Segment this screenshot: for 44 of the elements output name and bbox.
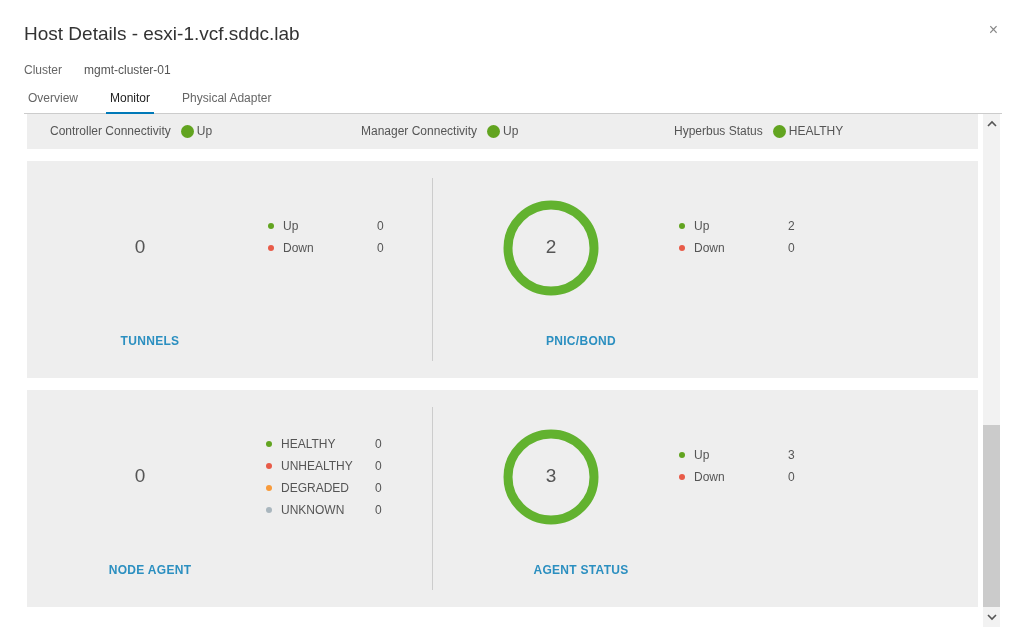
chevron-up-icon[interactable] [986,119,997,128]
cluster-value: mgmt-cluster-01 [84,61,171,79]
scrollbar[interactable] [983,113,1000,627]
legend-value: 0 [375,457,382,475]
legend-label: Up [694,217,711,235]
legend-label: Up [283,217,300,235]
panel-title-link[interactable]: NODE AGENT [89,560,211,579]
legend-value: 0 [375,435,382,453]
status-label: Manager Connectivity [361,123,478,140]
legend-label: Down [283,239,315,257]
legend-label: HEALTHY [281,435,337,453]
status-label: Hyperbus Status [674,123,763,140]
legend-value: 0 [375,479,382,497]
total-count: 0 [134,235,146,260]
total-count: 0 [134,464,146,489]
scrollbar-thumb[interactable] [983,424,1000,607]
panel-title-link[interactable]: AGENT STATUS [520,560,642,579]
legend-label: Down [694,468,726,486]
tab[interactable]: Overview [24,88,82,114]
tab[interactable]: Physical Adapter [178,88,276,114]
legend-value: 3 [788,446,795,464]
panel-title-link[interactable]: PNIC/BOND [520,331,642,350]
chevron-down-icon[interactable] [986,612,997,621]
legend-label: UNHEALTHY [281,457,354,475]
legend-value: 0 [788,468,795,486]
status-value: Up [196,123,213,140]
legend-label: DEGRADED [281,479,350,497]
legend-value: 0 [375,501,382,519]
status-label: Controller Connectivity [50,123,171,140]
legend-label: UNKNOWN [281,501,346,519]
cluster-label: Cluster [24,61,62,79]
close-button[interactable]: × [988,22,998,38]
legend-label: Up [694,446,711,464]
total-count: 3 [545,464,557,489]
legend-value: 2 [788,217,795,235]
legend-value: 0 [788,239,795,257]
panel-title-link[interactable]: TUNNELS [89,331,211,350]
dialog-title: Host Details - esxi-1.vcf.sddc.lab [24,22,300,46]
status-value: Up [503,123,519,140]
status-value: HEALTHY [788,123,844,140]
legend-value: 0 [377,217,384,235]
total-count: 2 [545,235,557,260]
legend-label: Down [694,239,726,257]
legend-value: 0 [377,239,384,257]
